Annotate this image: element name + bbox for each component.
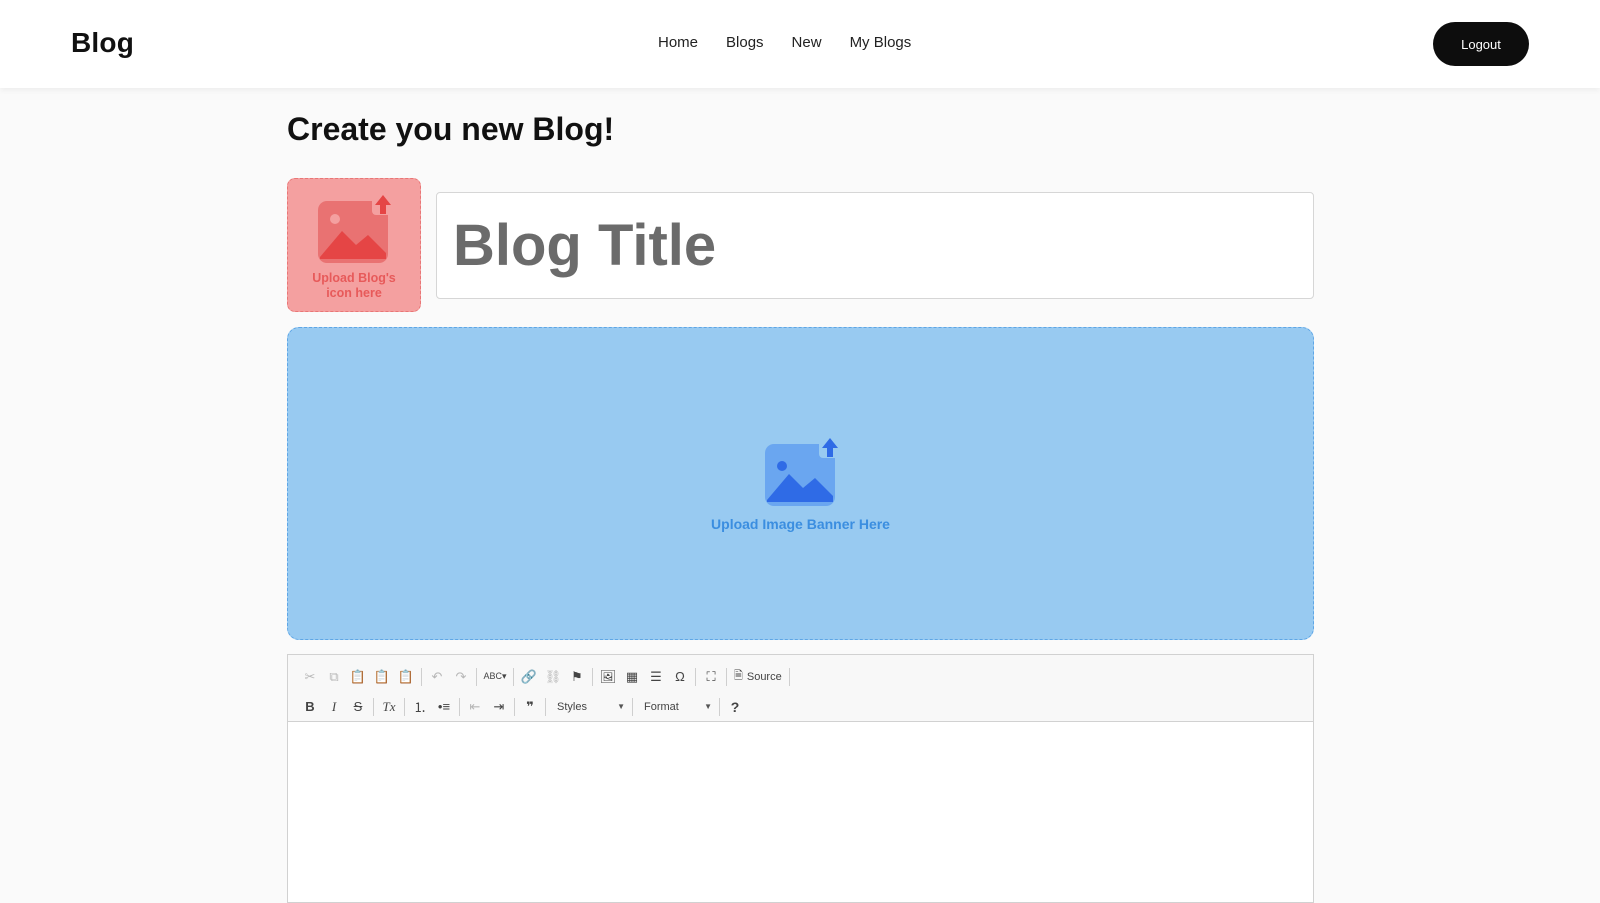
special-char-icon[interactable]: Ω xyxy=(668,665,692,689)
image-icon[interactable]: 🖼 xyxy=(596,665,620,689)
logout-button[interactable]: Logout xyxy=(1433,22,1529,66)
banner-image-upload[interactable]: Upload Image Banner Here xyxy=(287,327,1314,640)
link-icon[interactable]: 🔗 xyxy=(517,665,541,689)
toolbar-separator xyxy=(459,697,460,716)
outdent-icon[interactable]: ⇤ xyxy=(463,695,487,719)
redo-icon[interactable]: ↷ xyxy=(449,665,473,689)
toolbar-separator xyxy=(632,697,633,716)
blog-icon-upload[interactable]: Upload Blog's icon here xyxy=(287,178,421,312)
brand-logo[interactable]: Blog xyxy=(71,27,134,59)
rich-text-editor: ✂ ⧉ 📋 📋 📋 ↶ ↷ ABC▾ 🔗 ⛓ ⚑ 🖼 ▦ ☰ Ω ⛶ 🗎 Sou… xyxy=(287,654,1314,903)
source-label: Source xyxy=(746,670,782,683)
anchor-flag-icon[interactable]: ⚑ xyxy=(565,665,589,689)
bold-button[interactable]: B xyxy=(298,695,322,719)
styles-dropdown-label: Styles xyxy=(557,700,587,713)
bulleted-list-icon[interactable]: •≡ xyxy=(432,695,456,719)
chevron-down-icon: ▼ xyxy=(617,702,625,711)
indent-icon[interactable]: ⇥ xyxy=(487,695,511,719)
copy-icon[interactable]: ⧉ xyxy=(322,665,346,689)
image-upload-icon xyxy=(318,193,394,263)
help-button[interactable]: ? xyxy=(723,695,747,719)
source-doc-icon: 🗎 xyxy=(734,670,743,682)
toolbar-separator xyxy=(421,667,422,686)
table-icon[interactable]: ▦ xyxy=(620,665,644,689)
nav-link-new[interactable]: New xyxy=(792,34,822,51)
paste-icon[interactable]: 📋 xyxy=(346,665,370,689)
blockquote-button[interactable]: ❞ xyxy=(518,695,542,719)
format-dropdown[interactable]: Format ▼ xyxy=(636,696,716,718)
nav-link-home[interactable]: Home xyxy=(658,34,698,51)
strikethrough-button[interactable]: S xyxy=(346,695,370,719)
toolbar-separator xyxy=(545,697,546,716)
editor-content-area[interactable] xyxy=(288,722,1313,902)
banner-upload-label: Upload Image Banner Here xyxy=(711,515,890,532)
undo-icon[interactable]: ↶ xyxy=(425,665,449,689)
horizontal-line-icon[interactable]: ☰ xyxy=(644,665,668,689)
spellcheck-icon[interactable]: ABC▾ xyxy=(480,665,510,689)
paste-text-icon[interactable]: 📋 xyxy=(370,665,394,689)
toolbar-separator xyxy=(788,667,790,686)
toolbar-separator xyxy=(476,667,477,686)
toolbar-row-1: ✂ ⧉ 📋 📋 📋 ↶ ↷ ABC▾ 🔗 ⛓ ⚑ 🖼 ▦ ☰ Ω ⛶ 🗎 Sou… xyxy=(298,663,1303,690)
blog-title-input[interactable] xyxy=(436,192,1314,299)
page-title: Create you new Blog! xyxy=(287,111,615,147)
chevron-down-icon: ▼ xyxy=(704,702,712,711)
toolbar-separator xyxy=(513,667,514,686)
blog-icon-upload-label: Upload Blog's icon here xyxy=(312,271,396,300)
toolbar-separator xyxy=(404,697,405,716)
paste-word-icon[interactable]: 📋 xyxy=(394,665,418,689)
numbered-list-icon[interactable]: ⒈ xyxy=(408,695,432,719)
toolbar-separator xyxy=(695,667,696,686)
unlink-icon[interactable]: ⛓ xyxy=(541,665,565,689)
toolbar-row-2: B I S Tx ⒈ •≡ ⇤ ⇥ ❞ Styles ▼ Format ▼ ? xyxy=(298,693,1303,720)
image-upload-icon xyxy=(764,435,841,506)
top-navbar: Blog Home Blogs New My Blogs Logout xyxy=(0,0,1600,88)
nav-link-blogs[interactable]: Blogs xyxy=(726,34,764,51)
toolbar-separator xyxy=(514,697,515,716)
maximize-icon[interactable]: ⛶ xyxy=(699,665,723,689)
nav-links: Home Blogs New My Blogs xyxy=(658,34,911,51)
nav-link-my-blogs[interactable]: My Blogs xyxy=(850,34,912,51)
cut-icon[interactable]: ✂ xyxy=(298,665,322,689)
editor-toolbar: ✂ ⧉ 📋 📋 📋 ↶ ↷ ABC▾ 🔗 ⛓ ⚑ 🖼 ▦ ☰ Ω ⛶ 🗎 Sou… xyxy=(288,655,1313,722)
remove-format-button[interactable]: Tx xyxy=(377,695,401,719)
toolbar-separator xyxy=(719,697,720,716)
toolbar-separator xyxy=(592,667,593,686)
source-button[interactable]: 🗎 Source xyxy=(730,665,786,689)
toolbar-separator xyxy=(373,697,374,716)
styles-dropdown[interactable]: Styles ▼ xyxy=(549,696,629,718)
format-dropdown-label: Format xyxy=(644,700,679,713)
toolbar-separator xyxy=(726,667,727,686)
italic-button[interactable]: I xyxy=(322,695,346,719)
